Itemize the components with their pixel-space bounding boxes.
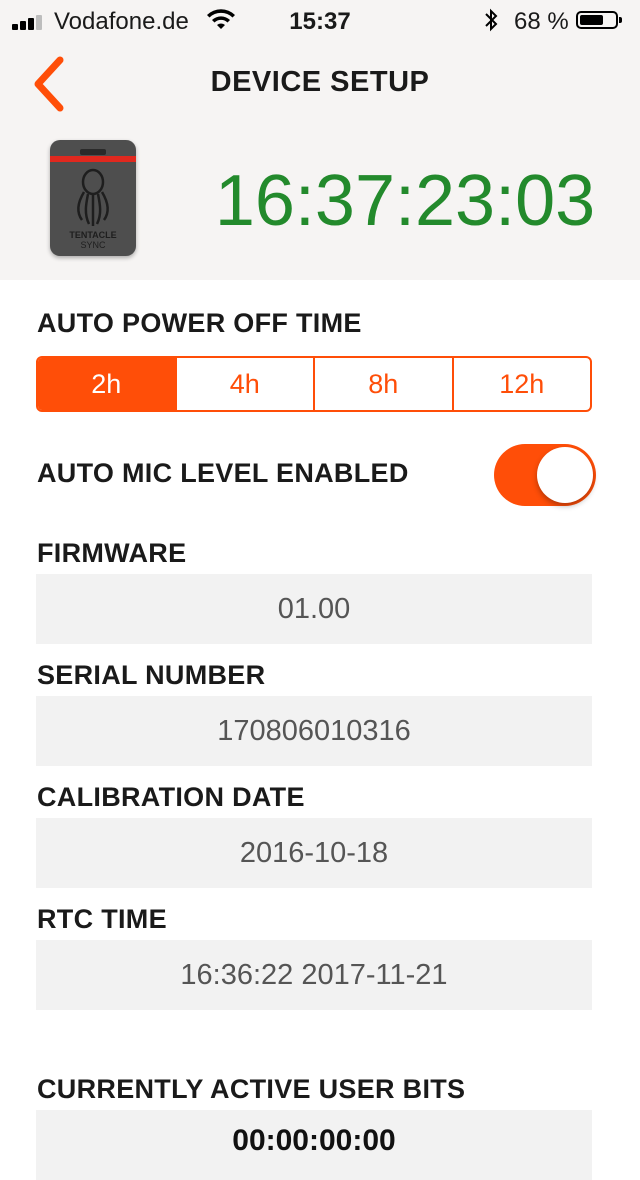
user-bits-label: CURRENTLY ACTIVE USER BITS bbox=[37, 1074, 466, 1104]
rtc-time-value: 16:36:22 2017-11-21 bbox=[36, 940, 592, 1010]
device-brand: TENTACLE SYNC bbox=[50, 230, 136, 250]
battery-icon bbox=[576, 11, 622, 29]
device-slot bbox=[80, 149, 106, 155]
device-brand-line2: SYNC bbox=[80, 240, 106, 250]
firmware-value: 01.00 bbox=[36, 574, 592, 644]
auto-mic-level-label: AUTO MIC LEVEL ENABLED bbox=[37, 458, 409, 488]
octopus-logo-icon bbox=[77, 168, 109, 226]
bluetooth-icon bbox=[484, 8, 498, 38]
battery-fill bbox=[580, 15, 604, 25]
rtc-time-label: RTC TIME bbox=[37, 904, 167, 934]
user-bits-value: 00:00:00:00 bbox=[36, 1110, 592, 1180]
calibration-date-label: CALIBRATION DATE bbox=[37, 782, 305, 812]
calibration-date-value: 2016-10-18 bbox=[36, 818, 592, 888]
serial-number-label: SERIAL NUMBER bbox=[37, 660, 266, 690]
page-title: DEVICE SETUP bbox=[210, 66, 430, 98]
device-stripe bbox=[50, 156, 136, 162]
segment-4h[interactable]: 4h bbox=[177, 358, 315, 410]
segment-2h[interactable]: 2h bbox=[38, 358, 177, 410]
firmware-label: FIRMWARE bbox=[37, 538, 187, 568]
auto-mic-level-toggle[interactable] bbox=[494, 444, 596, 506]
status-bar: Vodafone.de 15:37 68 % bbox=[0, 0, 640, 40]
battery-percent: 68 % bbox=[514, 8, 569, 35]
timecode-display: 16:37:23:03 bbox=[214, 161, 596, 241]
segment-12h[interactable]: 12h bbox=[454, 358, 591, 410]
auto-power-off-label: AUTO POWER OFF TIME bbox=[37, 308, 362, 338]
device-brand-line1: TENTACLE bbox=[69, 230, 117, 240]
serial-number-value: 170806010316 bbox=[36, 696, 592, 766]
toggle-knob bbox=[537, 447, 593, 503]
segment-8h[interactable]: 8h bbox=[315, 358, 454, 410]
battery-nub bbox=[619, 17, 622, 23]
device-image: TENTACLE SYNC bbox=[50, 140, 136, 256]
auto-power-off-segmented-control: 2h 4h 8h 12h bbox=[36, 356, 592, 412]
